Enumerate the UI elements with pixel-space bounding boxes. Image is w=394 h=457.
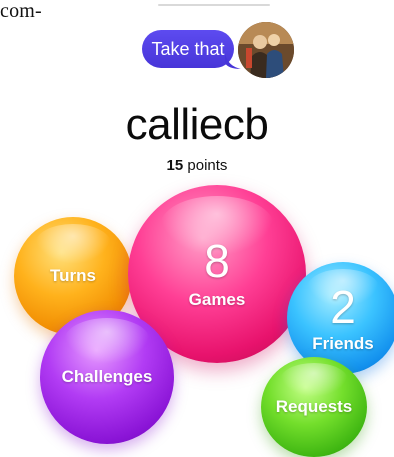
games-count: 8 xyxy=(204,235,230,287)
points-summary: 15 points xyxy=(0,157,394,174)
message-bubble-text: Take that xyxy=(151,38,225,59)
message-bubble[interactable]: Take that xyxy=(142,30,234,68)
challenges-label: Challenges xyxy=(61,367,153,386)
requests-label: Requests xyxy=(275,397,353,416)
username: calliecb xyxy=(125,100,269,149)
turns-label: Turns xyxy=(50,266,96,285)
games-label: Games xyxy=(188,290,246,309)
friends-count: 2 xyxy=(330,281,356,333)
avatar-photo-icon xyxy=(238,22,294,78)
cropped-header-text: com- xyxy=(0,0,42,22)
challenges-bubble[interactable]: Challenges xyxy=(40,310,174,444)
requests-bubble[interactable]: Requests xyxy=(261,357,367,457)
points-unit: points xyxy=(187,157,228,174)
friends-label: Friends xyxy=(312,334,374,353)
top-divider xyxy=(158,4,270,6)
avatar[interactable] xyxy=(238,22,294,78)
points-value: 15 xyxy=(166,157,184,174)
